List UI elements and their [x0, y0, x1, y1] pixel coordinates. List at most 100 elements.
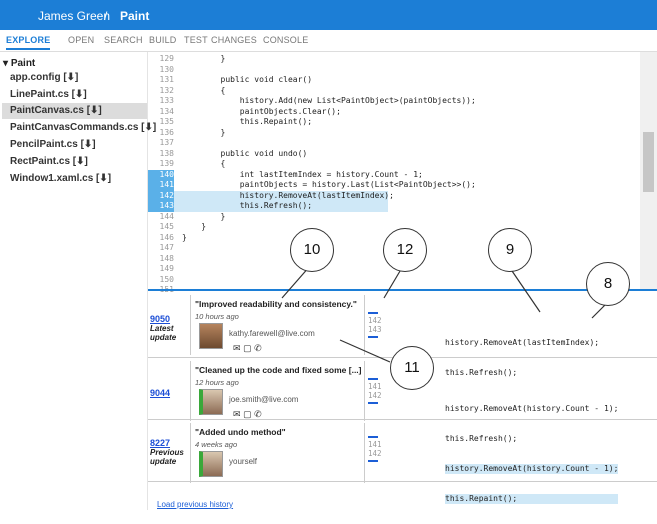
code-text: this.Refresh(); — [182, 201, 313, 210]
line-number: 142 — [368, 316, 382, 325]
line-number: 149 — [159, 264, 174, 273]
change-marker — [368, 460, 378, 462]
line-number: 133 — [159, 96, 174, 105]
line-number: 129 — [159, 54, 174, 63]
line-number: 138 — [159, 148, 174, 158]
changeset-tag: Previous — [150, 448, 184, 457]
menu-explore[interactable]: EXPLORE — [6, 35, 51, 50]
change-marker — [368, 378, 378, 380]
line-number: 136 — [159, 127, 174, 137]
callout-8: 8 — [586, 262, 630, 306]
code-line[interactable]: 130 — [148, 65, 640, 76]
file-item-selected[interactable]: PaintCanvas.cs [⬇] — [2, 103, 147, 119]
line-number: 141 — [148, 180, 174, 191]
line-number: 142 — [368, 391, 382, 400]
code-text: paintObjects.Clear(); — [182, 106, 341, 116]
scroll-thumb[interactable] — [643, 132, 654, 192]
code-line[interactable]: 134 paintObjects.Clear(); — [148, 107, 640, 118]
code-text: } — [182, 211, 226, 221]
code-text: this.Repaint(); — [182, 117, 313, 126]
title-bar: James Green / Paint — [0, 0, 657, 30]
line-gutter: 141 142 — [368, 376, 382, 406]
line-number: 135 — [159, 117, 174, 126]
line-number: 139 — [159, 159, 174, 168]
commit-card: "Cleaned up the code and fixed some [...… — [190, 361, 365, 421]
menu-bar: EXPLORE OPEN SEARCH BUILD TEST CHANGES C… — [0, 30, 657, 52]
changeset-tag: Latest — [150, 324, 174, 333]
mail-icon[interactable]: ✉ — [233, 409, 241, 419]
menu-changes[interactable]: CHANGES — [211, 35, 257, 45]
changeset-link[interactable]: 9050 — [150, 314, 170, 324]
phone-icon[interactable]: ✆ — [254, 343, 262, 353]
commit-message: "Improved readability and consistency." — [195, 299, 357, 309]
line-number: 137 — [159, 138, 174, 147]
code-line[interactable]: 142 history.RemoveAt(lastItemIndex); — [148, 190, 394, 201]
code-text: } — [182, 222, 207, 231]
menu-test[interactable]: TEST — [184, 35, 208, 45]
code-line[interactable]: 132 { — [148, 86, 640, 97]
code-line[interactable]: 136 } — [148, 128, 640, 139]
diff-line: history.RemoveAt(history.Count - 1); — [445, 464, 619, 474]
change-marker — [368, 336, 378, 338]
changeset-link[interactable]: 8227 — [150, 438, 170, 448]
file-item[interactable]: PaintCanvasCommands.cs [⬇] — [10, 122, 156, 133]
code-line[interactable]: 129 } — [148, 54, 640, 65]
callout-9: 9 — [488, 228, 532, 272]
code-text: paintObjects = history.Last(List<PaintOb… — [182, 180, 476, 189]
tree-root-label: Paint — [10, 58, 36, 69]
load-previous-history-link[interactable]: Load previous history — [157, 500, 233, 509]
code-line[interactable]: 137 — [148, 138, 640, 149]
code-text: int lastItemIndex = history.Count - 1; — [182, 169, 423, 179]
code-text: } — [182, 127, 226, 137]
code-line[interactable]: 143 this.Refresh(); — [148, 201, 388, 212]
code-line[interactable]: 139 { — [148, 159, 640, 170]
code-text: } — [182, 54, 226, 63]
file-item[interactable]: PencilPaint.cs [⬇] — [10, 139, 96, 150]
code-line[interactable]: 133 history.Add(new List<PaintObject>(pa… — [148, 96, 640, 107]
file-item[interactable]: Window1.xaml.cs [⬇] — [10, 173, 111, 184]
file-item[interactable]: LinePaint.cs [⬇] — [10, 89, 87, 100]
mail-icon[interactable]: ✉ — [233, 343, 241, 353]
project-name[interactable]: Paint — [120, 9, 149, 23]
vertical-scrollbar[interactable] — [640, 52, 657, 290]
line-number: 146 — [159, 232, 174, 242]
contact-icons: ✉ ▢ ✆ — [233, 409, 262, 420]
line-number: 142 — [368, 449, 382, 458]
code-text: { — [182, 159, 226, 168]
menu-open[interactable]: OPEN — [68, 35, 94, 45]
contact-icons: ✉ ▢ ✆ — [233, 343, 262, 354]
commit-time: 4 weeks ago — [195, 440, 238, 449]
code-line[interactable]: 141 paintObjects = history.Last(List<Pai… — [148, 180, 640, 191]
code-line[interactable]: 138 public void undo() — [148, 149, 640, 160]
chat-icon[interactable]: ▢ — [243, 409, 252, 419]
menu-build[interactable]: BUILD — [149, 35, 177, 45]
history-divider[interactable] — [148, 289, 657, 291]
diff-snippet: history.RemoveAt(history.Count - 1); thi… — [445, 444, 619, 524]
code-line[interactable]: 131 public void clear() — [148, 75, 640, 86]
line-number: 147 — [159, 243, 174, 252]
phone-icon[interactable]: ✆ — [254, 409, 262, 419]
commit-time: 12 hours ago — [195, 378, 239, 387]
code-line[interactable]: 135 this.Repaint(); — [148, 117, 640, 128]
menu-console[interactable]: CONSOLE — [263, 35, 308, 45]
code-line[interactable]: 144 } — [148, 212, 640, 223]
diff-line: history.RemoveAt(lastItemIndex); — [445, 338, 600, 347]
avatar — [199, 323, 223, 349]
change-marker — [368, 402, 378, 404]
code-text: { — [182, 85, 226, 95]
line-number: 145 — [159, 222, 174, 231]
code-line[interactable]: 150 — [148, 275, 640, 286]
file-item[interactable]: RectPaint.cs [⬇] — [10, 156, 88, 167]
expand-icon[interactable]: ▾ — [3, 58, 8, 69]
code-line[interactable]: 140 int lastItemIndex = history.Count - … — [148, 169, 640, 180]
author-email[interactable]: kathy.farewell@live.com — [229, 329, 315, 338]
menu-search[interactable]: SEARCH — [104, 35, 143, 45]
changeset-link[interactable]: 9044 — [150, 388, 170, 398]
line-number: 141 — [368, 440, 382, 449]
file-item[interactable]: app.config [⬇] — [10, 72, 78, 83]
author-email[interactable]: joe.smith@live.com — [229, 395, 298, 404]
commit-time: 10 hours ago — [195, 312, 239, 321]
user-name[interactable]: James Green — [38, 9, 110, 23]
tree-root[interactable]: ▾ Paint — [3, 58, 35, 69]
chat-icon[interactable]: ▢ — [243, 343, 252, 353]
